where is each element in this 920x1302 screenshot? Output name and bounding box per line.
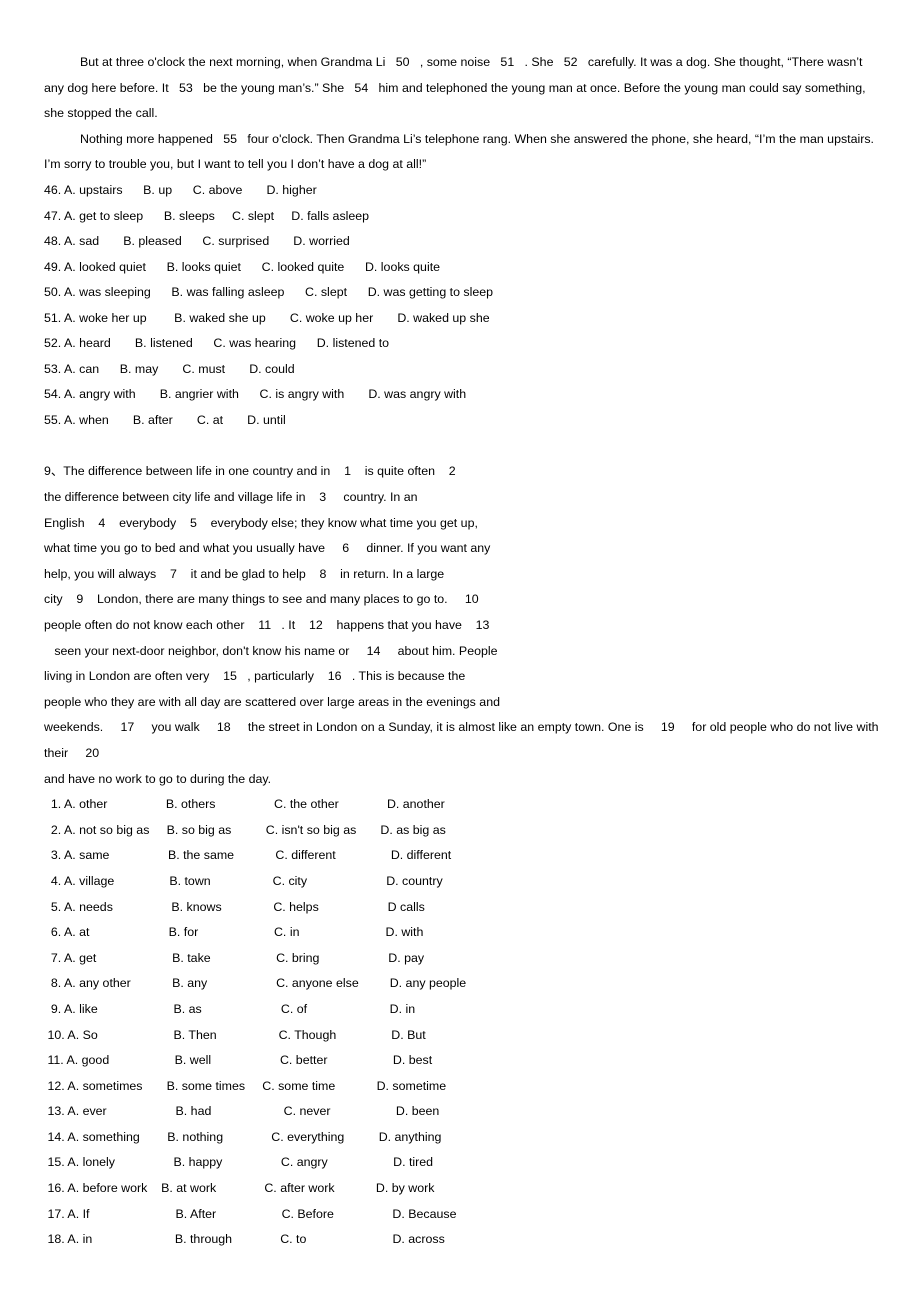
option-row[interactable]: 52. A. heard B. listened C. was hearing … [44, 331, 880, 357]
option-row[interactable]: 16. A. before work B. at work C. after w… [44, 1176, 880, 1202]
option-row[interactable]: 1. A. other B. others C. the other D. an… [44, 792, 880, 818]
passage-2: 9、The difference between life in one cou… [44, 459, 880, 792]
document-page: But at three o'clock the next morning, w… [0, 0, 920, 1302]
passage-2-line: people often do not know each other 11 .… [44, 618, 490, 632]
option-row[interactable]: 50. A. was sleeping B. was falling aslee… [44, 280, 880, 306]
option-row[interactable]: 15. A. lonely B. happy C. angry D. tired [44, 1150, 880, 1176]
option-row[interactable]: 51. A. woke her up B. waked she up C. wo… [44, 306, 880, 332]
passage-2-line: English 4 everybody 5 everybody else; th… [44, 515, 478, 530]
option-row[interactable]: 14. A. something B. nothing C. everythin… [44, 1125, 880, 1151]
option-row[interactable]: 5. A. needs B. knows C. helps D calls [44, 895, 880, 921]
option-row[interactable]: 4. A. village B. town C. city D. country [44, 869, 880, 895]
passage-2-line: the difference between city life and vil… [44, 490, 418, 505]
passage-2-final-line: and have no work to go to during the day… [44, 771, 272, 786]
option-row[interactable]: 7. A. get B. take C. bring D. pay [44, 946, 880, 972]
passage-2-line: city 9 London, there are many things to … [44, 592, 479, 607]
option-row[interactable]: 54. A. angry with B. angrier with C. is … [44, 382, 880, 408]
option-row[interactable]: 17. A. If B. After C. Before D. Because [44, 1202, 880, 1228]
passage-1-paragraph-2: Nothing more happened 55 four o'clock. T… [44, 131, 878, 172]
option-row[interactable]: 47. A. get to sleep B. sleeps C. slept D… [44, 204, 880, 230]
passage-2-line: people who they are with all day are sca… [44, 694, 500, 709]
option-row[interactable]: 3. A. same B. the same C. different D. d… [44, 843, 880, 869]
passage-1-paragraph-1: But at three o'clock the next morning, w… [44, 55, 869, 121]
option-row[interactable]: 48. A. sad B. pleased C. surprised D. wo… [44, 229, 880, 255]
option-row[interactable]: 9. A. like B. as C. of D. in [44, 997, 880, 1023]
option-row[interactable]: 53. A. can B. may C. must D. could [44, 357, 880, 383]
passage-2-line: help, you will always 7 it and be glad t… [44, 566, 445, 581]
option-row[interactable]: 55. A. when B. after C. at D. until [44, 408, 880, 434]
passage-2-line: 9、The difference between life in one cou… [44, 464, 456, 479]
option-row[interactable]: 18. A. in B. through C. to D. across [44, 1227, 880, 1253]
page-content: But at three o'clock the next morning, w… [44, 0, 880, 1253]
passage-1-options: 46. A. upstairs B. up C. above D. higher… [44, 178, 880, 433]
passage-2-line: what time you go to bed and what you usu… [44, 541, 491, 556]
option-row[interactable]: 6. A. at B. for C. in D. with [44, 920, 880, 946]
passage-2-line: living in London are often very 15 , par… [44, 669, 466, 684]
option-row[interactable]: 10. A. So B. Then C. Though D. But [44, 1023, 880, 1049]
option-row[interactable]: 12. A. sometimes B. some times C. some t… [44, 1074, 880, 1100]
option-row[interactable]: 49. A. looked quiet B. looks quiet C. lo… [44, 255, 880, 281]
passage-1: But at three o'clock the next morning, w… [44, 0, 880, 178]
option-row[interactable]: 13. A. ever B. had C. never D. been [44, 1099, 880, 1125]
option-row[interactable]: 46. A. upstairs B. up C. above D. higher [44, 178, 880, 204]
option-row[interactable]: 2. A. not so big as B. so big as C. isn'… [44, 818, 880, 844]
option-row[interactable]: 8. A. any other B. any C. anyone else D.… [44, 971, 880, 997]
passage-2-options: 1. A. other B. others C. the other D. an… [44, 792, 880, 1253]
option-row[interactable]: 11. A. good B. well C. better D. best [44, 1048, 880, 1074]
passage-2-wrapped-line: weekends. 17 you walk 18 the street in L… [44, 720, 882, 760]
passage-2-line: seen your next-door neighbor, don't know… [44, 643, 498, 658]
